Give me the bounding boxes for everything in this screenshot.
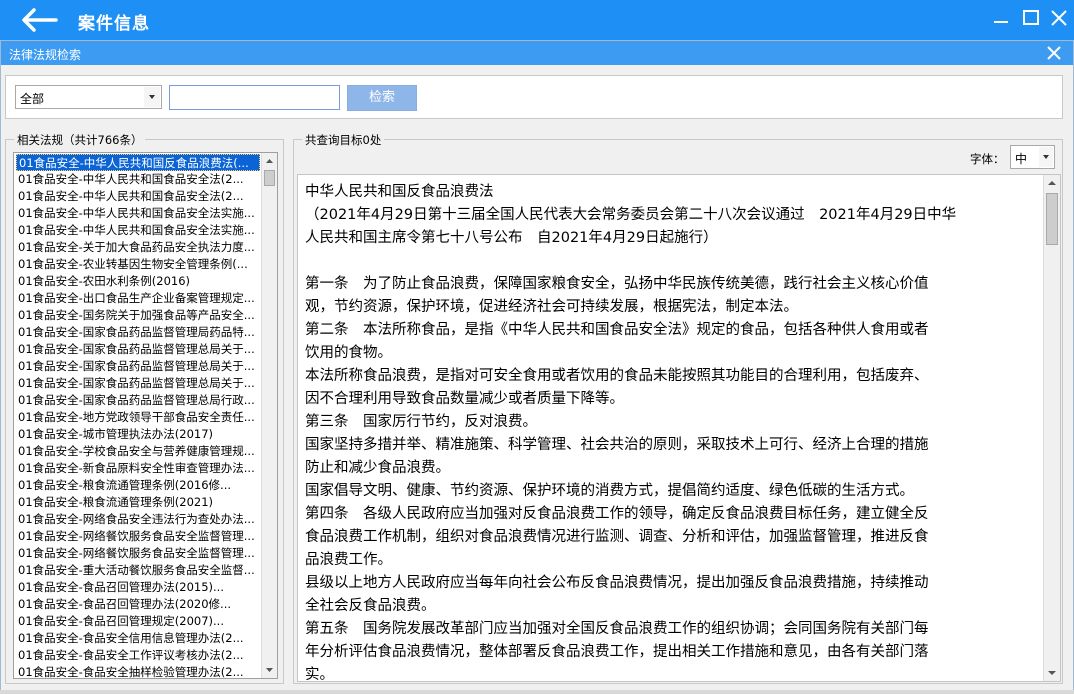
law-list-scrollbar[interactable] xyxy=(261,153,277,678)
related-laws-group: 相关法规（共计766条） 01食品安全-中华人民共和国反食品浪费法(... 01食… xyxy=(5,132,284,684)
font-size-label: 字体： xyxy=(970,152,1005,166)
document-line: 防止和减少食品浪费。 xyxy=(305,460,450,476)
minimize-icon[interactable] xyxy=(988,5,1014,31)
scroll-down-icon[interactable] xyxy=(262,662,277,678)
document-viewer[interactable]: 中华人民共和国反食品浪费法 （2021年4月29日第十三届全国人民代表大会常务委员… xyxy=(297,174,1061,682)
document-line: 人民共和国主席令第七十八号公布 自2021年4月29日起施行） xyxy=(305,230,718,246)
law-list-item[interactable]: 01食品安全-学校食品安全与营养健康管理规... xyxy=(16,443,260,460)
scroll-up-icon[interactable] xyxy=(1044,175,1060,191)
document-line: 中华人民共和国反食品浪费法 xyxy=(305,184,494,200)
font-size-select[interactable]: 中 xyxy=(1010,145,1055,169)
bottom-edge xyxy=(0,690,1074,694)
dialog-titlebar: 法律法规检索 xyxy=(1,41,1073,65)
law-list-item[interactable]: 01食品安全-国务院关于加强食品等产品安全... xyxy=(16,307,260,324)
law-search-dialog: 法律法规检索 全部 检索 相关法规（共计766条） 01食品安全-中华人民共和国… xyxy=(0,40,1074,694)
related-laws-legend: 相关法规（共计766条） xyxy=(14,132,146,148)
law-list-item[interactable]: 01食品安全-粮食流通管理条例(2021) xyxy=(16,494,260,511)
law-list-item[interactable]: 01食品安全-新食品原料安全性审查管理办法... xyxy=(16,460,260,477)
law-list-item[interactable]: 01食品安全-中华人民共和国食品安全法实施... xyxy=(16,205,260,222)
document-line: 第二条 本法所称食品，是指《中华人民共和国食品安全法》规定的食品，包括各种供人食… xyxy=(305,322,929,338)
law-list-item[interactable]: 01食品安全-地方党政领导干部食品安全责任... xyxy=(16,409,260,426)
document-line: 实。 xyxy=(305,667,334,682)
window-title: 案件信息 xyxy=(78,14,150,34)
law-list-item[interactable]: 01食品安全-关于加大食品药品安全执法力度... xyxy=(16,239,260,256)
law-list-item[interactable]: 01食品安全-食品召回管理办法(2020修... xyxy=(16,596,260,613)
law-list-item[interactable]: 01食品安全-网络餐饮服务食品安全监督管理... xyxy=(16,528,260,545)
law-list-scroll-thumb[interactable] xyxy=(264,170,275,186)
document-line: 第四条 各级人民政府应当加强对反食品浪费工作的领导，确定反食品浪费目标任务，建立… xyxy=(305,506,929,522)
document-line: 观，节约资源，保护环境，促进经济社会可持续发展，根据宪法，制定本法。 xyxy=(305,299,798,315)
law-list-item[interactable]: 01食品安全-国家食品药品监督管理总局关于... xyxy=(16,341,260,358)
law-list-item[interactable]: 01食品安全-城市管理执法办法(2017) xyxy=(16,426,260,443)
law-list-item[interactable]: 01食品安全-粮食流通管理条例(2016修... xyxy=(16,477,260,494)
search-button[interactable]: 检索 xyxy=(347,85,417,111)
law-list-item[interactable]: 01食品安全-农业转基因生物安全管理条例(... xyxy=(16,256,260,273)
document-line: 国家坚持多措并举、精准施策、科学管理、社会共治的原则，采取技术上可行、经济上合理… xyxy=(305,437,929,453)
chevron-down-icon[interactable] xyxy=(1039,147,1053,167)
law-list-item[interactable]: 01食品安全-网络餐饮服务食品安全监督管理... xyxy=(16,545,260,562)
chevron-down-icon[interactable] xyxy=(144,87,160,107)
law-list-item[interactable]: 01食品安全-农田水利条例(2016) xyxy=(16,273,260,290)
law-list-item[interactable]: 01食品安全-食品安全抽样检验管理办法(2... xyxy=(16,664,260,678)
document-line: 饮用的食物。 xyxy=(305,345,392,361)
law-list-item[interactable]: 01食品安全-国家食品药品监督管理局药品特... xyxy=(16,324,260,341)
document-line: 第三条 国家厉行节约，反对浪费。 xyxy=(305,414,537,430)
law-list-item[interactable]: 01食品安全-国家食品药品监督管理总局关于... xyxy=(16,375,260,392)
document-line: 国家倡导文明、健康、节约资源、保护环境的消费方式，提倡简约适度、绿色低碳的生活方… xyxy=(305,483,914,499)
law-list-item[interactable]: 01食品安全-中华人民共和国食品安全法(2... xyxy=(16,171,260,188)
law-list-item[interactable]: 01食品安全-出口食品生产企业备案管理规定... xyxy=(16,290,260,307)
law-list-item[interactable]: 01食品安全-网络食品安全违法行为查处办法... xyxy=(16,511,260,528)
document-line: 第五条 国务院发展改革部门应当加强对全国反食品浪费工作的组织协调；会同国务院有关… xyxy=(305,621,929,637)
main-titlebar: 案件信息 xyxy=(0,0,1074,40)
result-group: 共查询目标0处 字体： 中 中华人民共和国反食品浪费法 （2021年4月29日第十… xyxy=(293,132,1063,684)
document-line: 年分析评估食品浪费情况，整体部署反食品浪费工作，提出相关工作措施和意见，由各有关… xyxy=(305,644,929,660)
document-scrollbar[interactable] xyxy=(1043,175,1060,681)
document-scroll-thumb[interactable] xyxy=(1046,193,1058,245)
search-input[interactable] xyxy=(169,85,340,110)
document-line: 品浪费工作。 xyxy=(305,552,392,568)
document-line: 食品浪费工作机制，组织对食品浪费情况进行监测、调查、分析和评估，加强监督管理，推… xyxy=(305,529,929,545)
law-list-item[interactable]: 01食品安全-中华人民共和国反食品浪费法(... xyxy=(16,154,260,171)
law-list-item[interactable]: 01食品安全-重大活动餐饮服务食品安全监督... xyxy=(16,562,260,579)
scroll-down-icon[interactable] xyxy=(1044,665,1060,681)
document-text: 中华人民共和国反食品浪费法 （2021年4月29日第十三届全国人民代表大会常务委员… xyxy=(305,181,1041,682)
result-count-legend: 共查询目标0处 xyxy=(302,132,385,148)
scroll-up-icon[interactable] xyxy=(262,153,277,169)
font-size-value: 中 xyxy=(1015,152,1028,166)
law-list-item[interactable]: 01食品安全-食品召回管理办法(2015)... xyxy=(16,579,260,596)
law-list[interactable]: 01食品安全-中华人民共和国反食品浪费法(... 01食品安全-中华人民共和国食品… xyxy=(13,152,278,679)
document-line: 第一条 为了防止食品浪费，保障国家粮食安全，弘扬中华民族传统美德，践行社会主义核… xyxy=(305,276,929,292)
category-select[interactable]: 全部 xyxy=(15,85,162,109)
back-arrow-icon[interactable] xyxy=(20,6,60,34)
law-list-item[interactable]: 01食品安全-食品安全工作评议考核办法(2... xyxy=(16,647,260,664)
law-list-item[interactable]: 01食品安全-中华人民共和国食品安全法(2... xyxy=(16,188,260,205)
law-list-item[interactable]: 01食品安全-国家食品药品监督管理总局行政... xyxy=(16,392,260,409)
document-line: 因不合理利用导致食品数量减少或者质量下降等。 xyxy=(305,391,624,407)
document-line: 全社会反食品浪费。 xyxy=(305,598,436,614)
law-list-item[interactable]: 01食品安全-食品召回管理规定(2007)... xyxy=(16,613,260,630)
close-icon[interactable] xyxy=(1046,5,1072,31)
document-line: 县级以上地方人民政府应当每年向社会公布反食品浪费情况，提出加强反食品浪费措施，持… xyxy=(305,575,929,591)
law-list-item[interactable]: 01食品安全-中华人民共和国食品安全法实施... xyxy=(16,222,260,239)
category-select-value: 全部 xyxy=(20,92,45,106)
dialog-close-icon[interactable] xyxy=(1045,44,1063,62)
document-line: 本法所称食品浪费，是指对可安全食用或者饮用的食品未能按照其功能目的合理利用，包括… xyxy=(305,368,929,384)
maximize-icon[interactable] xyxy=(1018,5,1044,31)
search-panel: 全部 检索 xyxy=(5,75,1063,119)
document-line: （2021年4月29日第十三届全国人民代表大会常务委员会第二十八次会议通过 20… xyxy=(305,207,957,223)
law-list-item[interactable]: 01食品安全-食品安全信用信息管理办法(2... xyxy=(16,630,260,647)
law-list-item[interactable]: 01食品安全-国家食品药品监督管理总局关于... xyxy=(16,358,260,375)
dialog-title: 法律法规检索 xyxy=(9,48,82,62)
